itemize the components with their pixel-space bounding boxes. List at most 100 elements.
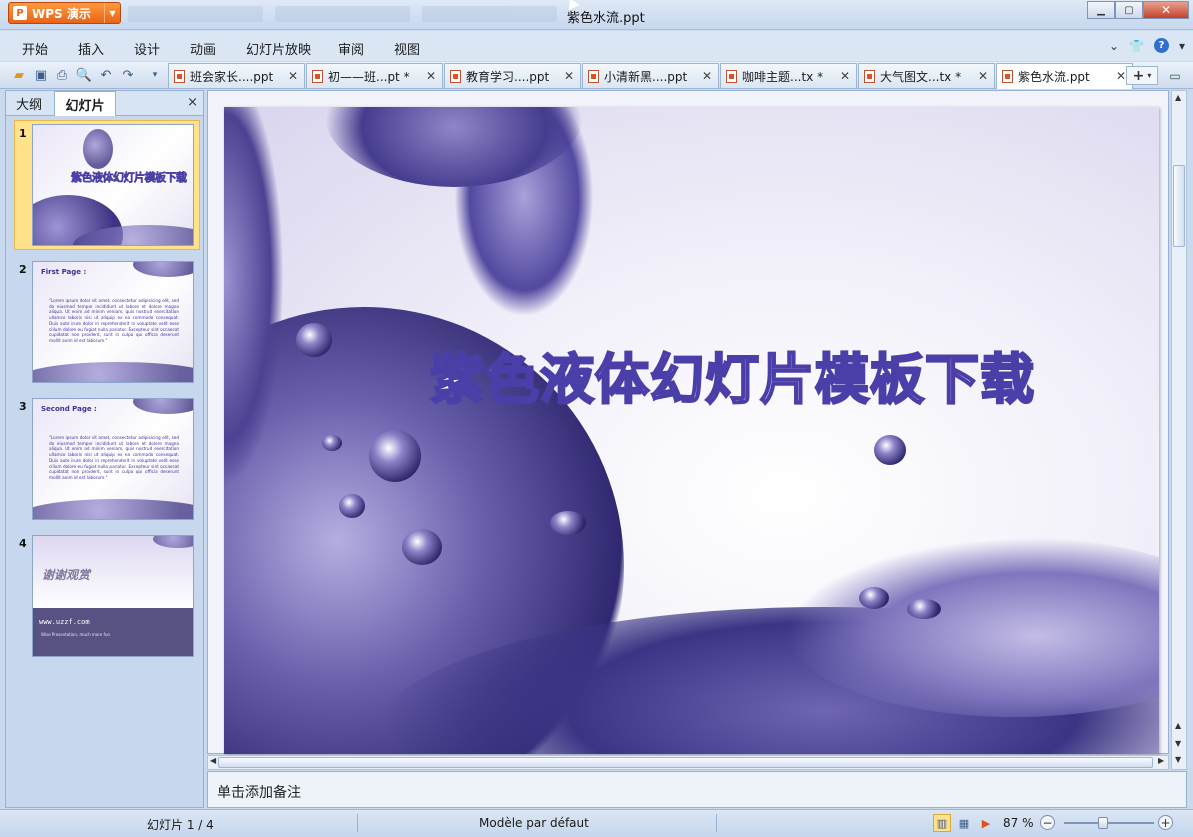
- doc-tab[interactable]: 教育学习....ppt ✕: [444, 63, 581, 88]
- skin-shirt-icon[interactable]: 👕: [1129, 39, 1144, 53]
- slide-sorter-view-icon[interactable]: ▦: [955, 814, 973, 832]
- doc-tab[interactable]: 大气图文...tx * ✕: [858, 63, 995, 88]
- zoom-level: 87 %: [1003, 816, 1034, 830]
- tab-outline[interactable]: 大纲: [6, 91, 52, 116]
- close-icon[interactable]: ✕: [840, 69, 850, 83]
- horizontal-scrollbar[interactable]: ◀ ▶: [207, 755, 1169, 770]
- zoom-slider[interactable]: [1064, 817, 1154, 829]
- current-slide[interactable]: 紫色液体幻灯片模板下载: [224, 107, 1159, 754]
- ppt-file-icon: [1002, 70, 1013, 83]
- doc-tab-label: 紫色水流.ppt: [1018, 70, 1090, 84]
- close-icon[interactable]: ✕: [288, 69, 298, 83]
- status-bar: 幻灯片 1 / 4 Modèle par défaut ▥ ▦ ▶ 87 % −…: [0, 809, 1193, 837]
- slideshow-view-icon[interactable]: ▶: [977, 814, 995, 832]
- normal-view-icon[interactable]: ▥: [933, 814, 951, 832]
- undo-icon[interactable]: ↶: [97, 66, 115, 84]
- ghost-tab: [128, 6, 263, 22]
- menu-item-animation[interactable]: 动画: [190, 39, 216, 58]
- thumb-small-text: Wise Presentation, much more fun: [41, 632, 111, 637]
- chevron-down-icon[interactable]: ▼: [104, 3, 120, 23]
- window-controls: ▁ ▢ ✕: [1087, 1, 1189, 19]
- menubar-right: ⌄ 👕 ? ▾: [1109, 38, 1185, 53]
- close-icon[interactable]: ✕: [426, 69, 436, 83]
- open-folder-icon[interactable]: ▰: [10, 66, 28, 84]
- zoom-out-icon[interactable]: −: [1040, 815, 1055, 830]
- doc-tab[interactable]: 初——班...pt * ✕: [306, 63, 443, 88]
- water-splash-graphic: [83, 129, 113, 169]
- new-tab-button[interactable]: + ▾: [1126, 66, 1158, 85]
- close-icon[interactable]: ✕: [978, 69, 988, 83]
- scroll-down-icon[interactable]: ▼: [1175, 739, 1181, 748]
- close-button[interactable]: ✕: [1143, 1, 1189, 19]
- scroll-right-icon[interactable]: ▶: [1158, 756, 1164, 765]
- doc-tab[interactable]: 小清新黑....ppt ✕: [582, 63, 719, 88]
- status-divider: [716, 814, 717, 832]
- slide-thumbnail-4[interactable]: 谢谢观赏 www.uzzf.com Wise Presentation, muc…: [32, 535, 194, 657]
- zoom-in-icon[interactable]: +: [1158, 815, 1173, 830]
- slide-editor: 紫色液体幻灯片模板下载: [207, 90, 1169, 754]
- tab-list-icon[interactable]: ▭: [1163, 66, 1187, 85]
- close-icon[interactable]: ✕: [564, 69, 574, 83]
- scroll-up-icon[interactable]: ▲: [1175, 93, 1181, 102]
- slide-thumbnail-1[interactable]: 紫色液体幻灯片模板下载: [32, 124, 194, 246]
- water-droplet-graphic: [296, 323, 332, 357]
- scroll-down-icon[interactable]: ▼: [1175, 755, 1181, 764]
- water-splash-graphic: [33, 499, 193, 519]
- doc-tab[interactable]: 班会家长....ppt ✕: [168, 63, 305, 88]
- horizontal-scroll-thumb[interactable]: [218, 757, 1153, 768]
- ghost-tab: [275, 6, 410, 22]
- save-icon[interactable]: ▣: [32, 66, 50, 84]
- slide-position: 幻灯片 1 / 4: [147, 818, 214, 832]
- menu-item-home[interactable]: 开始: [22, 39, 48, 58]
- menu-item-slideshow[interactable]: 幻灯片放映: [246, 39, 311, 58]
- close-icon[interactable]: ✕: [702, 69, 712, 83]
- ppt-file-icon: [312, 69, 323, 83]
- doc-tab-label: 班会家长....ppt: [190, 69, 274, 84]
- menu-item-review[interactable]: 审阅: [338, 39, 364, 58]
- tab-slides[interactable]: 幻灯片: [54, 91, 116, 116]
- menu-item-design[interactable]: 设计: [134, 39, 160, 58]
- slide-number: 3: [19, 400, 27, 413]
- slide-thumbnail-2[interactable]: First Page : "Lorem ipsum dolor sit amet…: [32, 261, 194, 383]
- ppt-file-icon: [174, 69, 185, 83]
- print-preview-icon[interactable]: 🔍: [75, 66, 93, 84]
- redo-icon[interactable]: ↷: [119, 66, 137, 84]
- scroll-left-icon[interactable]: ◀: [210, 756, 216, 765]
- scroll-up-icon[interactable]: ▲: [1175, 721, 1181, 730]
- slides-panel: 大纲 幻灯片 × 1 紫色液体幻灯片模板下载 2 First Page : "L…: [5, 90, 204, 808]
- wps-menu-button[interactable]: P WPS 演示 ▼: [8, 2, 121, 24]
- thumb-body-text: "Lorem ipsum dolor sit amet, consectetur…: [49, 298, 179, 343]
- chevron-down-icon[interactable]: ▾: [1179, 39, 1185, 53]
- menu-item-view[interactable]: 视图: [394, 39, 420, 58]
- slide-number: 4: [19, 537, 27, 550]
- print-icon[interactable]: ⎙: [53, 66, 71, 84]
- water-droplet-graphic: [322, 435, 342, 451]
- chevron-down-icon[interactable]: ⌄: [1109, 39, 1119, 53]
- ppt-file-icon: [588, 69, 599, 83]
- slide-number: 2: [19, 263, 27, 276]
- slide-title[interactable]: 紫色液体幻灯片模板下载: [429, 335, 1035, 414]
- customize-toolbar-icon[interactable]: ▾: [146, 66, 164, 84]
- quick-toolbar: ▰ ▣ ⎙ 🔍 ↶ ↷ ▾ 班会家长....ppt ✕ 初——班...pt * …: [0, 62, 1193, 89]
- minimize-button[interactable]: ▁: [1087, 1, 1115, 19]
- template-name[interactable]: Modèle par défaut: [479, 816, 589, 830]
- help-icon[interactable]: ?: [1153, 38, 1169, 53]
- notes-pane[interactable]: 单击添加备注: [207, 771, 1187, 808]
- slide-thumbnail-3[interactable]: Second Page : "Lorem ipsum dolor sit ame…: [32, 398, 194, 520]
- vertical-scroll-thumb[interactable]: [1173, 165, 1185, 247]
- doc-tab-label: 咖啡主题...tx *: [742, 69, 824, 84]
- doc-tab[interactable]: 咖啡主题...tx * ✕: [720, 63, 857, 88]
- close-icon[interactable]: ✕: [1116, 69, 1126, 83]
- thumb-heading: Second Page :: [41, 405, 97, 413]
- close-icon[interactable]: ×: [187, 95, 198, 110]
- notes-placeholder: 单击添加备注: [217, 785, 301, 801]
- vertical-scrollbar[interactable]: ▲ ▲ ▼ ▼: [1171, 90, 1187, 770]
- maximize-button[interactable]: ▢: [1115, 1, 1143, 19]
- doc-tab-active[interactable]: 紫色水流.ppt ✕: [996, 63, 1133, 89]
- menu-item-insert[interactable]: 插入: [78, 39, 104, 58]
- wps-brand-label: WPS 演示: [32, 6, 91, 21]
- doc-tab-label: 初——班...pt *: [328, 69, 410, 84]
- background-window-tabs: [128, 6, 557, 22]
- zoom-slider-knob[interactable]: [1097, 817, 1108, 829]
- slide-number: 1: [19, 127, 27, 140]
